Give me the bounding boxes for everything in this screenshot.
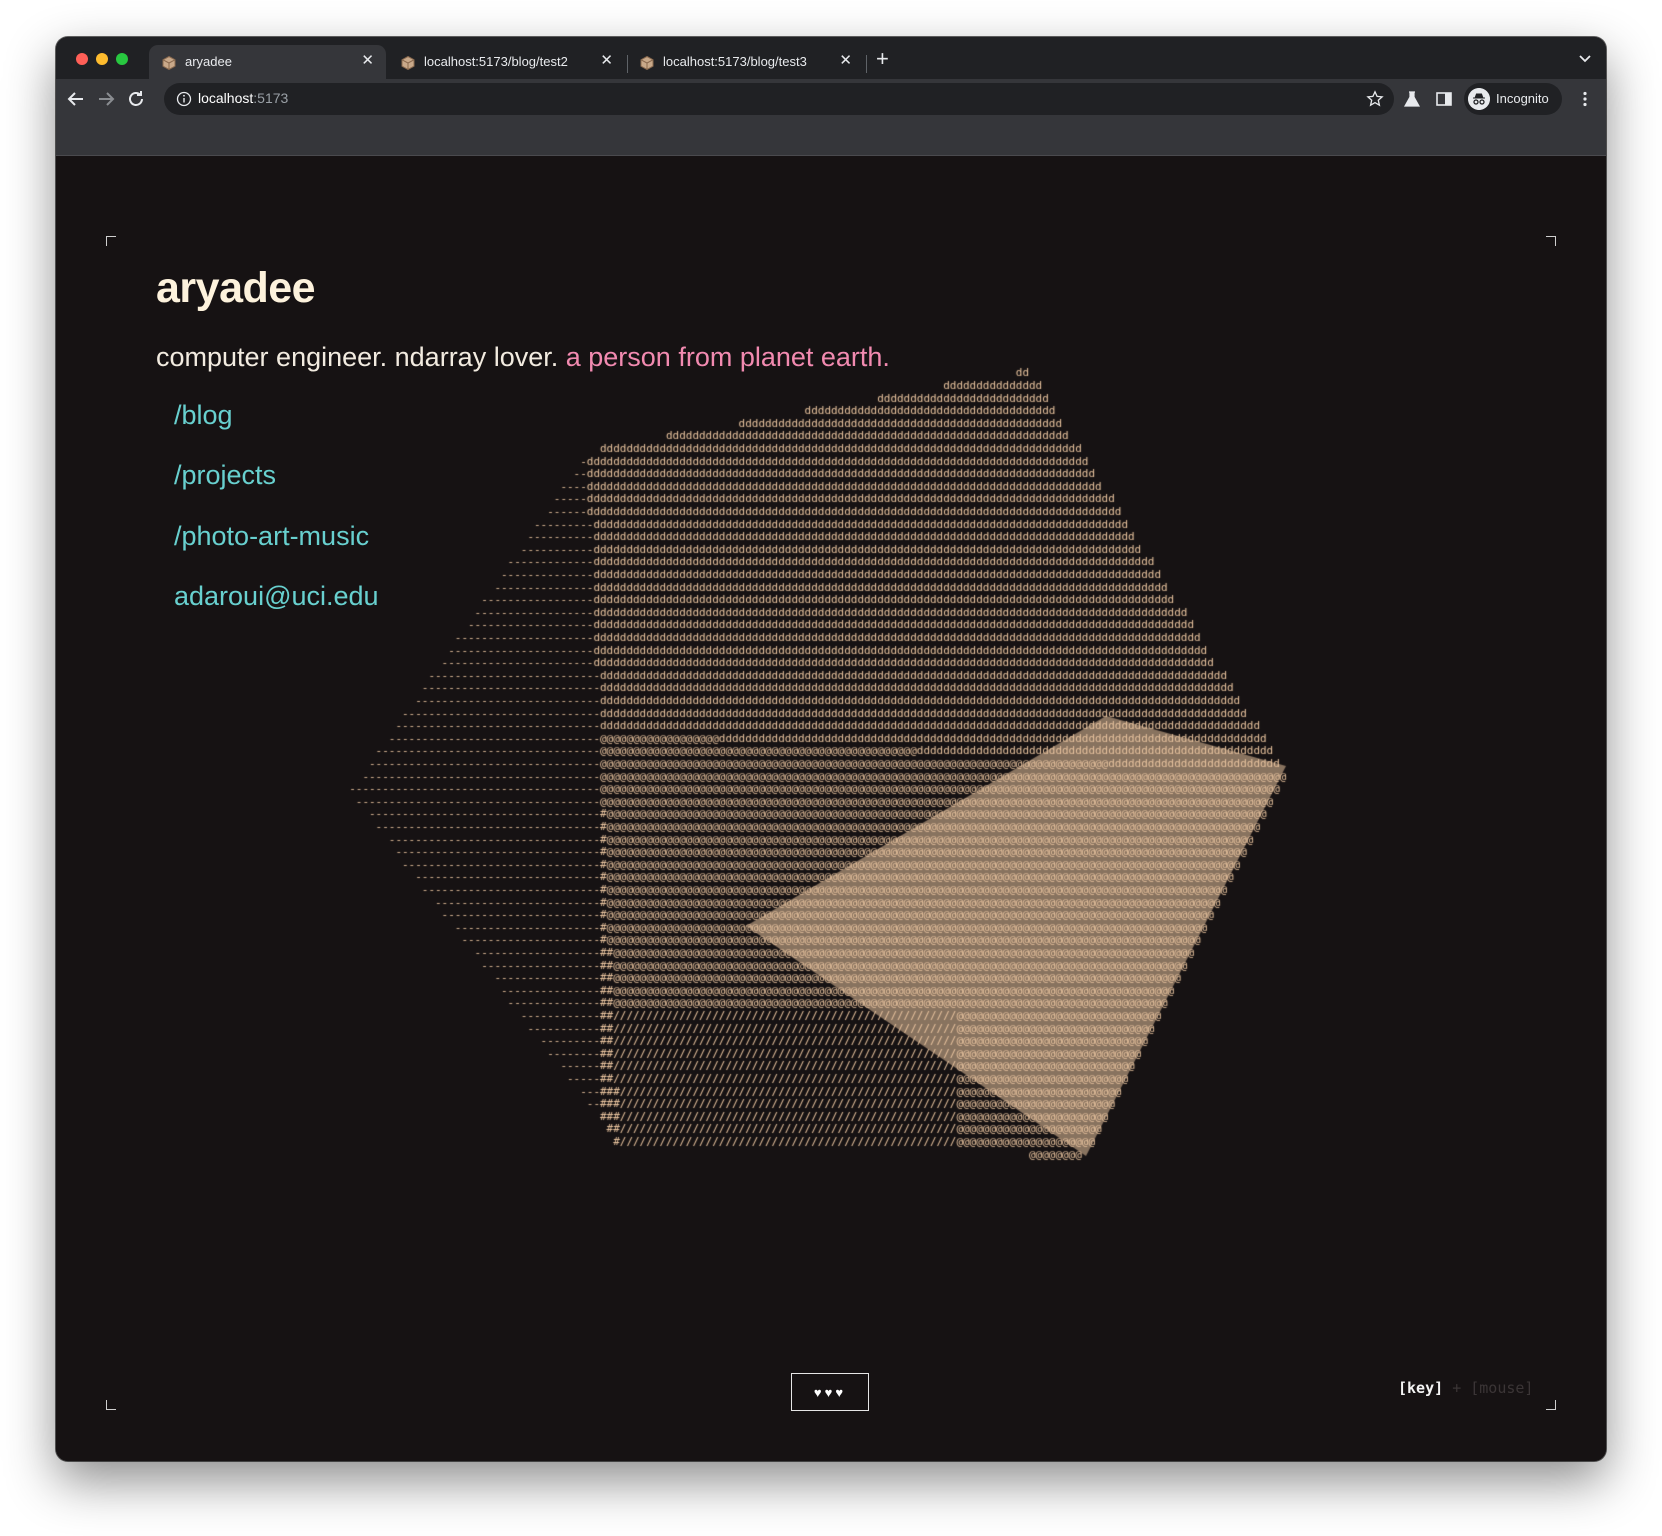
tab-aryadee[interactable]: aryadee ✕ (149, 45, 386, 79)
minimize-window-button[interactable] (96, 53, 108, 65)
back-arrow-icon[interactable] (64, 87, 88, 111)
close-window-button[interactable] (76, 53, 88, 65)
nav-link-projects[interactable]: /projects (174, 460, 276, 491)
address-bar[interactable]: localhost:5173 (164, 83, 1394, 115)
incognito-icon (1468, 88, 1490, 110)
tab-favicon-icon (162, 56, 176, 70)
mode-key[interactable]: [key] (1398, 1379, 1443, 1397)
tagline: computer engineer. ndarray lover. a pers… (156, 342, 890, 373)
bookmark-bar (56, 119, 1606, 156)
labs-flask-icon[interactable] (1402, 89, 1422, 109)
incognito-profile-chip[interactable]: Incognito (1464, 83, 1562, 115)
tab-close-icon[interactable]: ✕ (839, 52, 852, 70)
profile-label: Incognito (1496, 91, 1549, 106)
tagline-accent: a person from planet earth. (565, 342, 890, 372)
site-title: aryadee (156, 264, 316, 312)
hearts-button[interactable]: ♥♥♥ (791, 1373, 869, 1411)
more-menu-kebab-icon[interactable] (1582, 91, 1588, 107)
mode-mouse[interactable]: [mouse] (1470, 1379, 1533, 1397)
nav-link-blog[interactable]: /blog (174, 400, 233, 431)
side-panel-icon[interactable] (1434, 89, 1454, 109)
forward-arrow-icon[interactable] (94, 87, 118, 111)
tab-close-icon[interactable]: ✕ (361, 52, 374, 70)
nav-link-photo-art-music[interactable]: /photo-art-music (174, 521, 369, 552)
new-tab-plus-icon[interactable]: + (876, 48, 889, 70)
tab-separator (866, 55, 867, 73)
site-info-icon[interactable] (176, 91, 192, 107)
browser-toolbar: localhost:5173 Incognito (56, 79, 1606, 119)
tab-title: localhost:5173/blog/test2 (424, 54, 568, 69)
tagline-text: computer engineer. ndarray lover. (156, 342, 559, 372)
tab-close-icon[interactable]: ✕ (600, 52, 613, 70)
maximize-window-button[interactable] (116, 53, 128, 65)
reload-icon[interactable] (124, 87, 148, 111)
mode-separator: + (1452, 1379, 1462, 1397)
url-text: localhost:5173 (198, 90, 289, 106)
nav-link-email[interactable]: adaroui@uci.edu (174, 581, 379, 612)
tab-blog-test3[interactable]: localhost:5173/blog/test3 ✕ (627, 45, 864, 79)
browser-window: aryadee ✕ localhost:5173/blog/test2 ✕ lo… (56, 37, 1606, 1461)
page-content: aryadee computer engineer. ndarray lover… (56, 156, 1606, 1461)
input-mode-indicator[interactable]: [key] + [mouse] (1398, 1379, 1533, 1397)
bookmark-star-icon[interactable] (1366, 90, 1384, 108)
tab-favicon-icon (401, 56, 415, 70)
tab-blog-test2[interactable]: localhost:5173/blog/test2 ✕ (388, 45, 625, 79)
tab-search-chevron-down-icon[interactable] (1578, 51, 1592, 65)
tab-favicon-icon (640, 56, 654, 70)
tab-strip: aryadee ✕ localhost:5173/blog/test2 ✕ lo… (56, 37, 1606, 79)
tab-title: aryadee (185, 54, 232, 69)
tab-title: localhost:5173/blog/test3 (663, 54, 807, 69)
